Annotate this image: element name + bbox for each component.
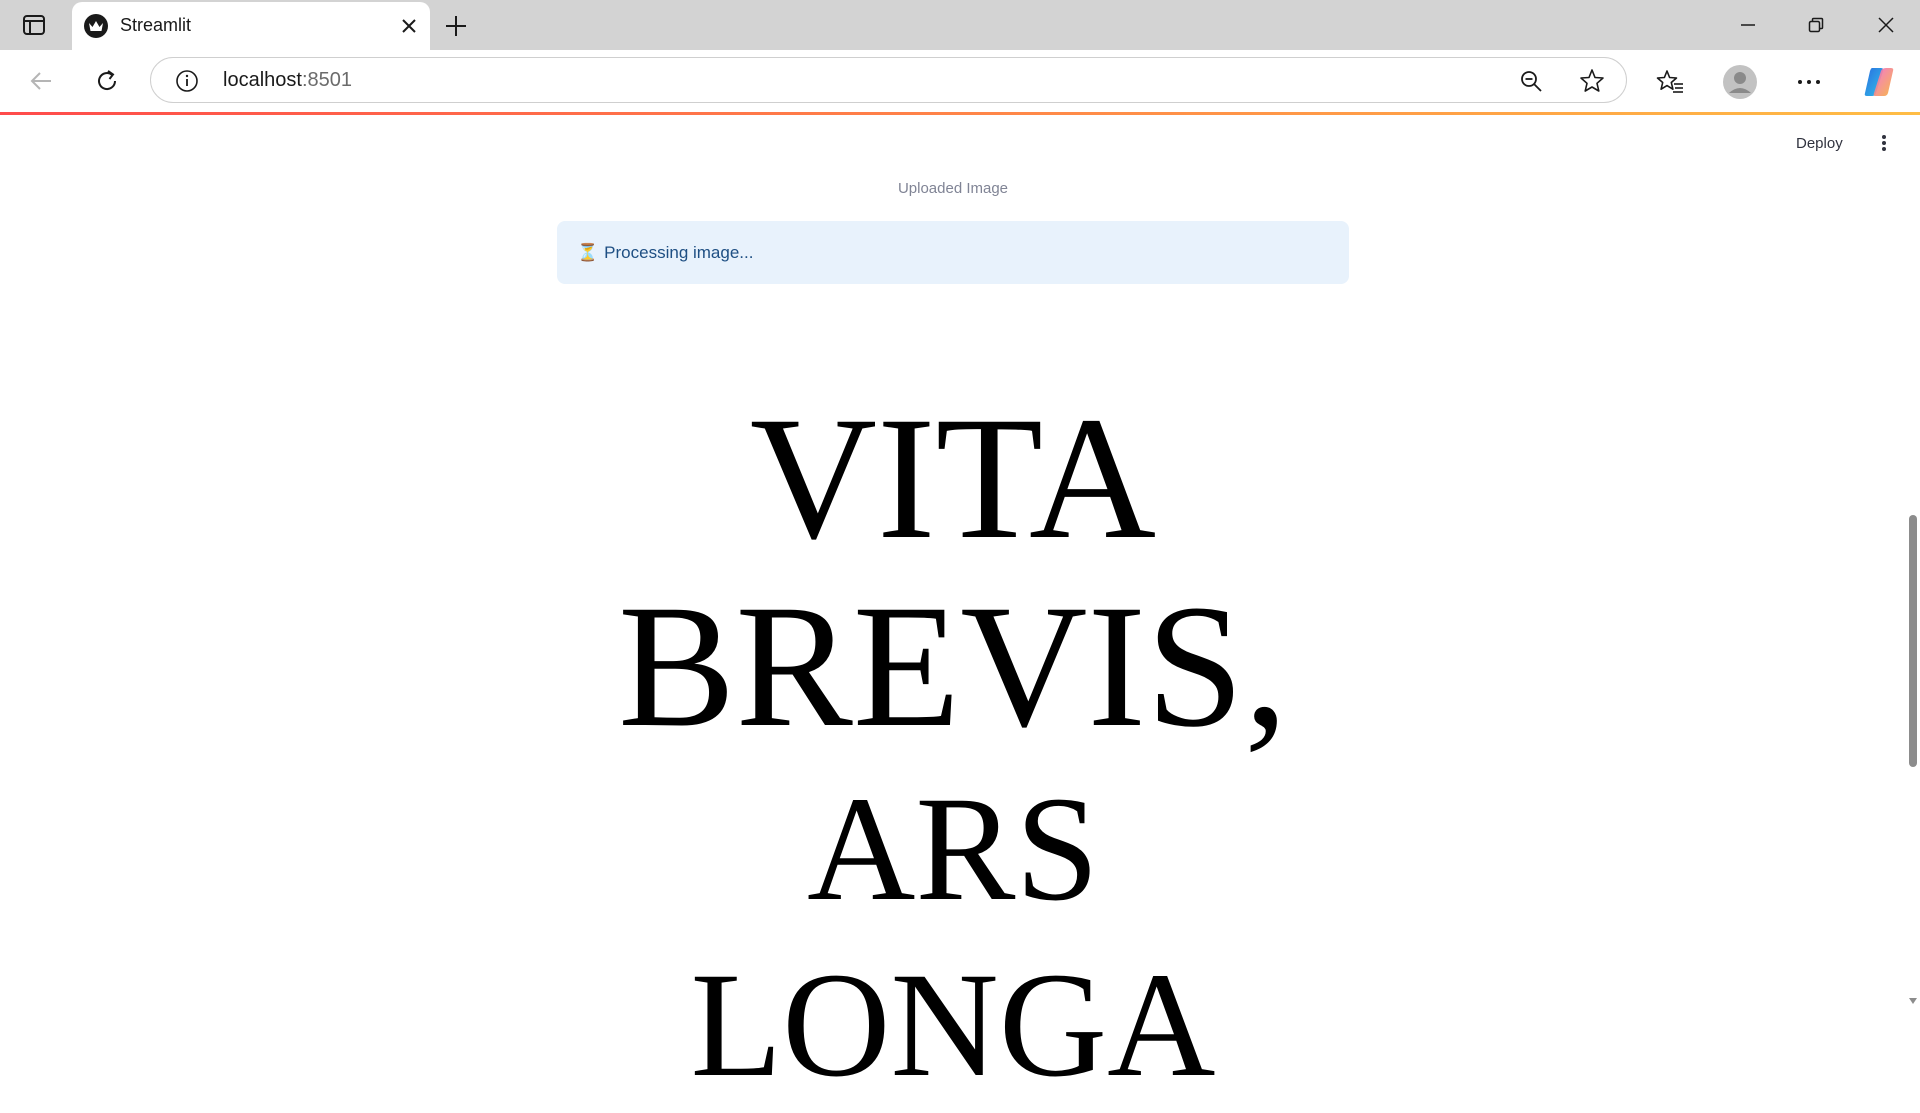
zoom-out-icon[interactable] <box>1518 68 1544 94</box>
scroll-down-arrow-icon[interactable] <box>1908 996 1918 1006</box>
uploaded-image: VITA BREVIS, ARS LONGA <box>557 385 1349 1113</box>
streamlit-app: Deploy Uploaded Image ⏳ Processing image… <box>0 115 1920 1108</box>
image-text-line-3: ARS LONGA <box>690 766 1216 1108</box>
deploy-button[interactable]: Deploy <box>1796 135 1843 152</box>
back-arrow-icon[interactable] <box>22 62 60 100</box>
profile-icon[interactable] <box>1720 62 1760 102</box>
url-text[interactable]: localhost:8501 <box>223 69 352 92</box>
info-icon[interactable] <box>175 69 199 93</box>
browser-tab-bar: Streamlit <box>0 0 1920 50</box>
browser-toolbar: localhost:8501 <box>0 50 1920 112</box>
reload-icon[interactable] <box>88 62 126 100</box>
scrollbar-thumb[interactable] <box>1909 515 1917 767</box>
image-text-line-2: BREVIS, <box>618 569 1288 764</box>
plus-icon[interactable] <box>442 12 470 40</box>
close-icon[interactable] <box>396 13 422 39</box>
more-icon[interactable] <box>1789 62 1829 102</box>
url-host: localhost <box>223 69 302 91</box>
image-text-line-1: VITA <box>749 381 1157 576</box>
address-bar[interactable]: localhost:8501 <box>150 57 1627 103</box>
copilot-icon[interactable] <box>1859 62 1899 102</box>
kebab-menu-icon[interactable] <box>1872 131 1896 155</box>
scrollbar[interactable] <box>1906 115 1920 1008</box>
favorites-icon[interactable] <box>1650 62 1690 102</box>
window-close-icon[interactable] <box>1852 0 1920 50</box>
tab-title: Streamlit <box>120 15 192 35</box>
restore-icon[interactable] <box>1782 0 1850 50</box>
url-port: :8501 <box>301 69 352 91</box>
sidebar-toggle-icon[interactable] <box>20 13 48 37</box>
status-message: Processing image... <box>604 242 754 262</box>
minimize-icon[interactable] <box>1714 0 1782 50</box>
crown-icon <box>84 14 108 38</box>
star-icon[interactable] <box>1578 67 1606 95</box>
hourglass-icon: ⏳ <box>577 242 599 262</box>
browser-tab[interactable]: Streamlit <box>72 2 430 50</box>
image-caption: Uploaded Image <box>897 180 1009 197</box>
info-alert: ⏳ Processing image... <box>557 221 1349 284</box>
